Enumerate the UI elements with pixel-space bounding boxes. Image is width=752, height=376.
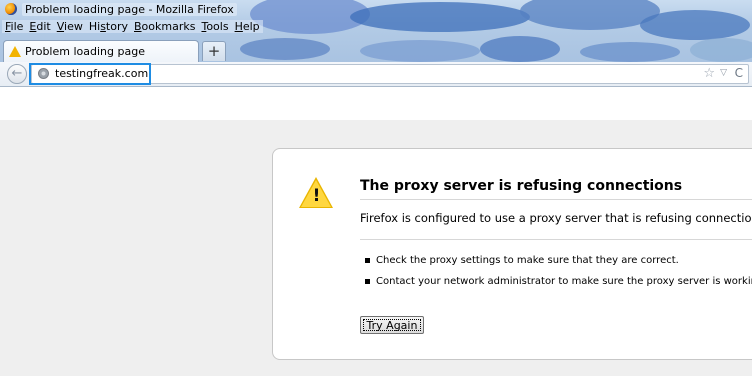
glass-decoration <box>240 38 330 60</box>
glass-decoration <box>580 42 680 62</box>
history-dropdown-icon[interactable]: ▽ <box>720 68 727 78</box>
menu-bookmarks[interactable]: Bookmarks <box>131 20 199 33</box>
glass-decoration <box>360 40 480 62</box>
glass-decoration <box>480 36 560 62</box>
tab-label: Problem loading page <box>25 45 145 58</box>
reload-icon[interactable]: C <box>735 66 743 80</box>
window-title: Problem loading page - Mozilla Firefox <box>22 2 237 16</box>
menu-history[interactable]: History <box>85 20 131 33</box>
menu-tools[interactable]: Tools <box>198 20 232 33</box>
menu-bar: File Edit View History Bookmarks Tools H… <box>0 18 752 35</box>
description-divider <box>360 239 752 240</box>
firefox-logo-icon[interactable] <box>5 3 17 15</box>
try-again-button[interactable]: Try Again <box>360 316 424 334</box>
toolbar-spacer <box>0 87 752 120</box>
new-tab-button[interactable]: + <box>202 41 226 61</box>
menu-view[interactable]: View <box>53 20 86 33</box>
tab-problem-loading-page[interactable]: Problem loading page <box>3 40 199 62</box>
error-suggestions-list: Check the proxy settings to make sure th… <box>362 250 752 292</box>
navigation-toolbar: ← testingfreak.com ☆ ▽ C <box>0 62 752 87</box>
list-item: Contact your network administrator to ma… <box>362 271 752 292</box>
back-button[interactable]: ← <box>7 64 27 84</box>
menu-help[interactable]: Help <box>231 20 263 33</box>
menu-edit[interactable]: Edit <box>26 20 54 33</box>
warning-mark: ! <box>312 186 321 206</box>
warning-icon <box>9 46 21 57</box>
url-highlight-box <box>29 63 151 85</box>
menu-file[interactable]: File <box>2 20 27 33</box>
error-title: The proxy server is refusing connections <box>360 178 683 194</box>
glass-decoration <box>690 38 752 62</box>
error-short-description: Firefox is configured to use a proxy ser… <box>360 211 752 225</box>
list-item: Check the proxy settings to make sure th… <box>362 250 752 271</box>
window-chrome: Problem loading page - Mozilla Firefox F… <box>0 0 752 62</box>
title-divider <box>360 199 752 200</box>
title-bar: Problem loading page - Mozilla Firefox <box>0 0 752 18</box>
bookmark-star-icon[interactable]: ☆ <box>703 66 715 81</box>
